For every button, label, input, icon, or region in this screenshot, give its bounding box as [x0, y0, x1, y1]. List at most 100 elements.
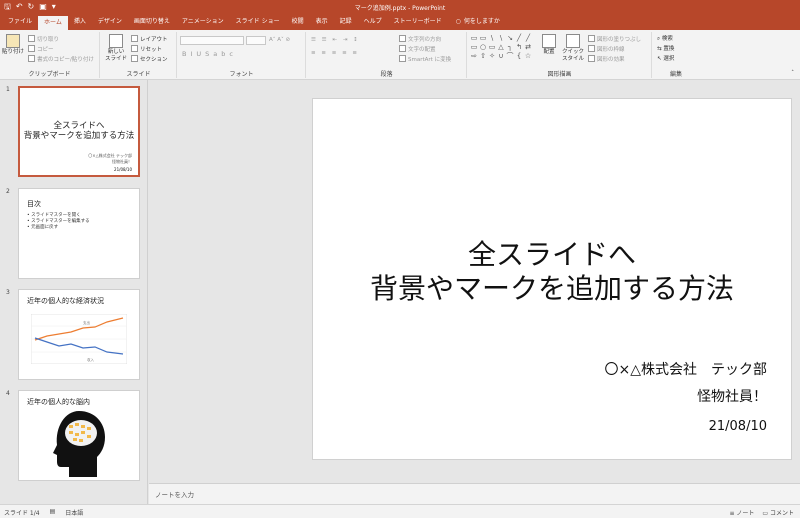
copy-button[interactable]: コピー: [28, 45, 54, 54]
paste-icon: [6, 34, 20, 48]
thumb1-title-line1: 全スライドへ: [53, 121, 105, 131]
thumb2-item-3-text: 元画面に戻す: [31, 225, 59, 230]
find-label: 検索: [661, 36, 673, 42]
tab-record[interactable]: 記録: [334, 14, 358, 30]
tell-me-label: 何をしますか: [463, 18, 500, 25]
shape-fill-button[interactable]: 図形の塗りつぶし: [588, 35, 641, 44]
grow-font-icon[interactable]: A˄ A˅ ⊘: [269, 36, 290, 44]
format-painter-label: 書式のコピー/貼り付け: [37, 57, 94, 63]
list-buttons[interactable]: ☰ ☰ ⇤ ⇥ ↕: [311, 36, 360, 44]
slide-title-line1: 全スライドへ: [467, 238, 636, 271]
font-group-label: フォント: [229, 71, 254, 78]
comment-icon: ▭: [762, 510, 770, 517]
text-direction-icon: [399, 35, 406, 42]
slide-author[interactable]: 怪物社員！: [697, 386, 767, 406]
tab-view[interactable]: 表示: [310, 14, 334, 30]
slide-thumb-3[interactable]: 近年の個人的な経済状況 支出 収入: [18, 289, 140, 380]
tab-insert[interactable]: 挿入: [68, 14, 92, 30]
cut-label: 切り取り: [37, 37, 60, 43]
paint-bucket-icon: [588, 35, 595, 42]
editing-group-label: 編集: [669, 71, 682, 78]
language-indicator[interactable]: 日本語: [65, 508, 83, 517]
font-size-select[interactable]: [246, 36, 266, 45]
smartart-icon: [399, 55, 406, 62]
cut-button[interactable]: 切り取り: [28, 35, 59, 44]
slide-thumb-4[interactable]: 近年の個人的な脳内: [18, 390, 140, 481]
underline-button[interactable]: U: [196, 50, 205, 58]
thumb1-title-line2: 背景やマークを追加する方法: [23, 131, 135, 141]
paste-label: 貼り付け: [2, 49, 25, 55]
smartart-label: SmartArt に変換: [408, 57, 452, 63]
slide-company[interactable]: 〇×△株式会社 テック部: [605, 359, 768, 379]
title-bar: 🖫 ↶ ↻ ▣ ▾ マーク追加例.pptx - PowerPoint: [0, 0, 800, 14]
comments-toggle[interactable]: ▭ コメント: [762, 508, 794, 517]
thumb-number-4: 4: [6, 390, 10, 397]
paste-button[interactable]: 貼り付け: [2, 34, 24, 56]
pen-icon: [588, 45, 595, 52]
shape-effects-button[interactable]: 図形の効果: [588, 55, 625, 64]
arrange-button[interactable]: 配置: [540, 34, 558, 56]
tab-storyboard[interactable]: ストーリーボード: [388, 14, 448, 30]
tab-animations[interactable]: アニメーション: [176, 14, 230, 30]
shapes-gallery[interactable]: ▭ ▭ \ \ ↘ ╱ ╱ ▭ ○ ▭ △ ┐ ↰ ⇄ ⇨ ⇧ ✧ ∪ ⌒{☆: [470, 34, 531, 62]
drawing-group: ▭ ▭ \ \ ↘ ╱ ╱ ▭ ○ ▭ △ ┐ ↰ ⇄ ⇨ ⇧ ✧ ∪ ⌒{☆ 配置 クイック スタイル 図形の…: [468, 32, 652, 78]
select-label: 選択: [663, 56, 675, 62]
slide-thumb-2[interactable]: 目次 • スライドマスターを開く • スライドマスターを編集する • 元画面に戻…: [18, 188, 140, 279]
slide-date[interactable]: 21/08/10: [709, 419, 767, 434]
tab-transitions[interactable]: 画面切り替え: [128, 14, 176, 30]
notes-toggle[interactable]: ≡ ノート: [729, 508, 754, 517]
slide-thumbnail-pane: 1 全スライドへ 背景やマークを追加する方法 〇×△株式会社 テック部 怪物社員…: [0, 80, 148, 504]
select-button[interactable]: ↖ 選択: [657, 55, 674, 63]
layout-button[interactable]: レイアウト: [131, 35, 168, 44]
align-text-icon: [399, 45, 406, 52]
font-name-select[interactable]: [180, 36, 244, 45]
strikethrough-button[interactable]: abc: [213, 50, 237, 58]
text-direction-label: 文字列の方向: [408, 37, 442, 43]
thumb2-item-3: • 元画面に戻す: [27, 225, 59, 230]
tab-review[interactable]: 校閲: [286, 14, 310, 30]
thumb2-list: • スライドマスターを開く • スライドマスターを編集する • 元画面に戻す: [27, 213, 90, 231]
paragraph-group: ☰ ☰ ⇤ ⇥ ↕ ≡ ≡ ≡ ≡ ≡ 文字列の方向 文字の配置 SmartAr…: [307, 32, 467, 78]
tab-design[interactable]: デザイン: [92, 14, 128, 30]
clipboard-group: 貼り付け 切り取り コピー 書式のコピー/貼り付け クリップボード: [0, 32, 100, 78]
slide-thumb-1[interactable]: 全スライドへ 背景やマークを追加する方法 〇×△株式会社 テック部 怪物社員！ …: [18, 86, 140, 177]
find-button[interactable]: ⌕ 検索: [657, 35, 673, 43]
copy-label: コピー: [37, 47, 54, 53]
format-painter-button[interactable]: 書式のコピー/貼り付け: [28, 55, 94, 64]
shape-effects-label: 図形の効果: [597, 57, 625, 63]
slides-group-label: スライド: [126, 71, 151, 78]
tab-slideshow[interactable]: スライド ショー: [230, 14, 286, 30]
section-label: セクション: [140, 57, 168, 63]
smartart-button[interactable]: SmartArt に変換: [399, 55, 451, 64]
status-bar: スライド 1/4 ▤ 日本語 ≡ ノート ▭ コメント: [0, 504, 800, 518]
ribbon: 貼り付け 切り取り コピー 書式のコピー/貼り付け クリップボード 新しい スラ…: [0, 30, 800, 80]
tell-me-box[interactable]: ○ 何をしますか: [448, 14, 500, 30]
thumb1-name: 怪物社員！: [112, 159, 132, 164]
collapse-ribbon-icon[interactable]: ˄: [791, 69, 794, 77]
current-slide[interactable]: 全スライドへ 背景やマークを追加する方法 〇×△株式会社 テック部 怪物社員！ …: [312, 98, 792, 460]
quick-styles-label: クイック: [562, 49, 585, 55]
paintbrush-icon: [28, 55, 35, 62]
copy-icon: [28, 45, 35, 52]
thumb3-label-top: 支出: [83, 320, 90, 325]
notes-pane[interactable]: ノートを入力: [149, 483, 800, 504]
tab-help[interactable]: ヘルプ: [358, 14, 388, 30]
text-direction-button[interactable]: 文字列の方向: [399, 35, 441, 44]
align-text-label: 文字の配置: [408, 47, 436, 53]
comments-toggle-label: コメント: [769, 510, 794, 517]
section-button[interactable]: セクション: [131, 55, 168, 64]
reset-button[interactable]: リセット: [131, 45, 162, 54]
slide-title[interactable]: 全スライドへ 背景やマークを追加する方法: [313, 238, 791, 306]
replace-button[interactable]: ⇆ 置換: [657, 45, 674, 53]
thumb3-title: 近年の個人的な経済状況: [27, 297, 104, 305]
shape-outline-button[interactable]: 図形の枠線: [588, 45, 625, 54]
tab-home[interactable]: ホーム: [38, 16, 68, 30]
document-title: マーク追加例.pptx - PowerPoint: [354, 5, 446, 12]
quick-styles-button[interactable]: クイック スタイル: [562, 34, 584, 63]
slide-position: スライド 1/4: [4, 510, 40, 517]
tab-file[interactable]: ファイル: [2, 14, 38, 30]
new-slide-button[interactable]: 新しい スライド: [104, 34, 128, 63]
align-text-button[interactable]: 文字の配置: [399, 45, 436, 54]
spellcheck-icon[interactable]: ▤: [50, 508, 56, 517]
align-buttons[interactable]: ≡ ≡ ≡ ≡ ≡: [311, 49, 359, 57]
